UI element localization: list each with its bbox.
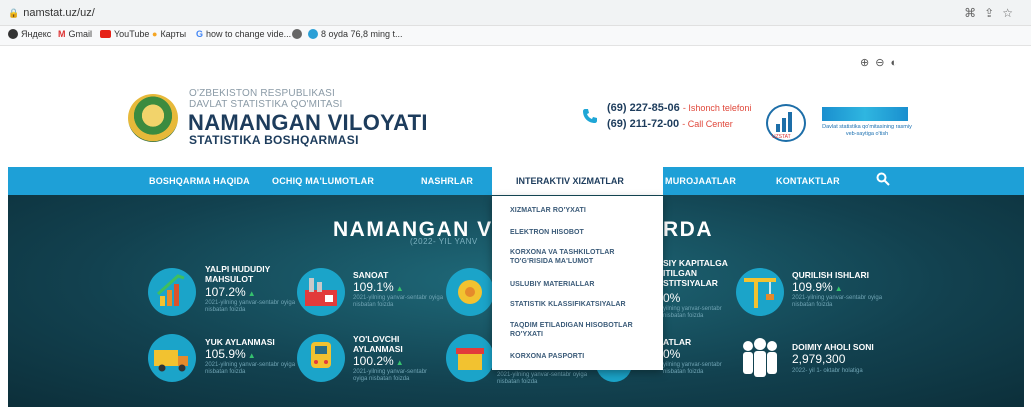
uzstat-label: UZSTAT [772, 134, 791, 140]
nav-boshqarma-haqida[interactable]: BOSHQARMA HAQIDA [149, 176, 250, 186]
stat-note: 2021-yilning yanvar-sentabr oyiga nisbat… [353, 295, 444, 308]
browser-address-bar[interactable]: 🔒 namstat.uz/uz/ ⌘⇪☆ [0, 0, 1031, 26]
stat-value: 109.9% ▲ [792, 280, 843, 294]
factory-icon [297, 268, 345, 316]
phone-trust-line[interactable]: (69) 227-85-06 - Ishonch telefoni [607, 102, 751, 114]
org-line2: DAVLAT STATISTIKA QO'MITASI [189, 99, 343, 110]
bookmarks-bar: Яндекс M Gmail YouTube ● Карты Ghow to cha… [0, 26, 1031, 46]
shop-icon [446, 334, 494, 382]
stat-name: YO'LOVCHI AYLANMASI [353, 334, 403, 354]
stat-name: ATLAR [663, 337, 692, 347]
dropdown-item-uslubiy-materiallar[interactable]: USLUBIY MATERIALLAR [510, 280, 650, 289]
portal-banner-image [822, 107, 908, 121]
dropdown-item-elektron-hisobot[interactable]: ELEKTRON HISOBOT [510, 228, 650, 237]
bookmark-maps[interactable]: ● Карты [152, 29, 186, 39]
youtube-icon [100, 30, 111, 38]
share-icon[interactable]: ⇪ [984, 6, 1002, 20]
yandex-icon [8, 29, 18, 39]
translate-icon[interactable]: ⌘ [964, 6, 984, 20]
browser-actions[interactable]: ⌘⇪☆ [964, 6, 1021, 20]
dropdown-item-korxona-malumot[interactable]: KORXONA VA TASHKILOTLAR TO'G'RISIDA MA'L… [510, 248, 650, 266]
stat-note: 2021-yilning yanvar-sentabr oyiga nisbat… [205, 300, 296, 313]
bookmark-star-icon[interactable]: ☆ [1002, 6, 1021, 20]
stat-name: SANOAT [353, 270, 389, 280]
bar-chart-icon [776, 112, 796, 132]
trend-up-icon: ▲ [395, 284, 404, 293]
map-pin-icon: ● [152, 29, 158, 39]
hero-title-right: RDA [663, 218, 713, 241]
construction-crane-icon [736, 268, 784, 316]
stat-name: DOIMIY AHOLI SONI [792, 342, 874, 352]
portal-link-text: Davlat statistika qo'mitasining rasmiy v… [822, 124, 912, 137]
stat-value: 2,979,300 [792, 352, 846, 366]
stat-note: yilning yanvar-sentabr nisbatan foizda [663, 306, 722, 319]
stat-name: SIY KAPITALGA ITILGAN STITSIYALAR [663, 258, 728, 288]
zoom-out-icon[interactable]: ⊖ [875, 57, 890, 69]
zoom-in-icon[interactable]: ⊕ [860, 57, 875, 69]
site-icon [308, 29, 318, 39]
stat-value: 0% [663, 291, 681, 305]
stat-note: yilning yanvar-sentabr nisbatan foizda [663, 362, 722, 375]
trend-up-icon: ▲ [834, 284, 843, 293]
contrast-icon[interactable]: ◐ [890, 57, 903, 69]
trend-up-icon: ▲ [395, 358, 404, 367]
dropdown-item-korxona-pasporti[interactable]: KORXONA PASPORTI [510, 352, 650, 361]
nav-kontaktlar[interactable]: KONTAKTLAR [776, 176, 840, 186]
search-icon[interactable] [876, 172, 890, 186]
phone-call-center[interactable]: (69) 211-72-00 - Call Center [607, 118, 733, 130]
nav-nashrlar[interactable]: NASHRLAR [421, 176, 473, 186]
nav-ochiq-malumotlar[interactable]: OCHIQ MA'LUMOTLAR [272, 176, 374, 186]
trend-up-icon: ▲ [247, 351, 256, 360]
hero-subtitle: (2022- YIL YANV [410, 237, 478, 246]
stat-name: YUK AYLANMASI [205, 337, 275, 347]
globe-icon [292, 29, 302, 39]
google-icon: G [196, 29, 204, 39]
bookmark-article[interactable]: 8 oyda 76,8 ming t... [308, 29, 403, 39]
state-emblem-logo[interactable] [128, 94, 178, 142]
bookmark-youtube[interactable]: YouTube [100, 29, 149, 39]
bookmark-web[interactable] [292, 29, 302, 39]
trend-up-icon: ▲ [247, 289, 256, 298]
stat-note: 2021-yilning yanvar-sentabr oyiga nisbat… [205, 362, 296, 375]
lock-icon: 🔒 [8, 8, 20, 18]
stat-name: YALPI HUDUDIY MAHSULOT [205, 264, 271, 284]
gmail-icon: M [58, 29, 66, 39]
truck-icon [148, 334, 196, 382]
phone-icon [582, 108, 598, 124]
stat-note: 2021-yilning yanvar-sentabr oyiga nisbat… [497, 372, 588, 385]
dropdown-item-xizmatlar-royxati[interactable]: XIZMATLAR RO'YXATI [510, 206, 650, 215]
stat-value: 107.2% ▲ [205, 285, 256, 299]
stat-note: 2022- yil 1- oktabr holatiga [792, 368, 863, 374]
accessibility-controls[interactable]: ⊕⊖◐ [860, 56, 903, 69]
bookmark-yandex[interactable]: Яндекс [8, 29, 51, 39]
bookmark-google[interactable]: Ghow to change vide... [196, 29, 291, 39]
dropdown-item-statistik-klassifikatsiyalar[interactable]: STATISTIK KLASSIFIKATSIYALAR [510, 300, 650, 309]
train-icon [297, 334, 345, 382]
stat-value: 105.9% ▲ [205, 347, 256, 361]
nav-murojaatlar[interactable]: MUROJAATLAR [665, 176, 736, 186]
stat-name: QURILISH ISHLARI [792, 270, 869, 280]
stat-value: 100.2% ▲ [353, 354, 404, 368]
site-subtitle: STATISTIKA BOSHQARMASI [189, 133, 359, 147]
dropdown-item-taqdim-hisobotlar[interactable]: TAQDIM ETILADIGAN HISOBOTLAR RO'YXATI [510, 321, 650, 339]
nav-interaktiv-xizmatlar[interactable]: INTERAKTIV XIZMATLAR [516, 176, 624, 186]
agriculture-icon [446, 268, 494, 316]
stat-note: 2021-yilning yanvar-sentabr oyiga nisbat… [792, 295, 883, 308]
stat-note: 2021-yilning yanvar-sentabr oyiga nisbat… [353, 369, 428, 382]
stat-value: 109.1% ▲ [353, 280, 404, 294]
org-line1: O'ZBEKISTON RESPUBLIKASI [189, 88, 336, 99]
bookmark-gmail[interactable]: M Gmail [58, 29, 92, 39]
growth-chart-icon [148, 268, 196, 316]
url-text[interactable]: 🔒 namstat.uz/uz/ [8, 7, 95, 19]
people-icon [736, 334, 784, 382]
stat-value: 0% [663, 347, 681, 361]
